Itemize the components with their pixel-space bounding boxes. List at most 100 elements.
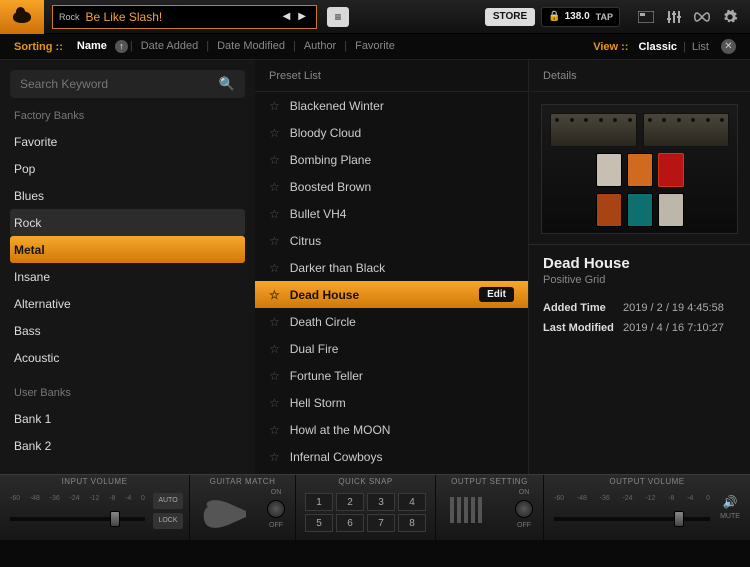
favorite-star-icon[interactable]: ☆	[269, 423, 280, 437]
favorite-star-icon[interactable]: ☆	[269, 207, 280, 221]
favorite-star-icon[interactable]: ☆	[269, 234, 280, 248]
preset-item[interactable]: ☆ Hell Storm	[255, 389, 528, 416]
bank-item-rock[interactable]: Rock	[10, 209, 245, 236]
store-button[interactable]: STORE	[485, 8, 535, 26]
last-modified-label: Last Modified	[543, 322, 623, 334]
search-placeholder: Search Keyword	[20, 77, 219, 91]
added-time-value: 2019 / 2 / 19 4:45:58	[623, 302, 724, 314]
bank-item-acoustic[interactable]: Acoustic	[10, 344, 245, 371]
on-label: ON	[271, 489, 282, 496]
close-browser-button[interactable]: ✕	[721, 39, 736, 54]
gear-icon[interactable]	[716, 6, 744, 28]
preset-item[interactable]: ☆Dead HouseEdit	[255, 281, 528, 308]
prev-preset-button[interactable]: ◀	[279, 11, 295, 22]
preset-item[interactable]: ☆Blackened Winter	[255, 92, 528, 119]
sort-date-modified[interactable]: Date Modified	[211, 40, 291, 52]
input-volume-slider[interactable]	[10, 517, 145, 521]
preset-item-label: Darker than Black	[290, 261, 514, 275]
output-setting-toggle[interactable]	[515, 500, 533, 518]
lock-button[interactable]: LOCK	[153, 513, 183, 529]
preset-item[interactable]: ☆ Boosted Brown	[255, 173, 528, 200]
bank-item-bass[interactable]: Bass	[10, 317, 245, 344]
favorite-star-icon[interactable]: ☆	[269, 261, 280, 275]
tempo-box[interactable]: 🔒 138.0 TAP	[541, 7, 620, 27]
guitar-icon[interactable]	[202, 497, 250, 531]
quick-snap-7[interactable]: 7	[367, 514, 395, 532]
bank-item-pop[interactable]: Pop	[10, 155, 245, 182]
preset-item-label: Hell Storm	[290, 396, 514, 410]
output-setting-eq[interactable]	[450, 497, 482, 523]
preset-item[interactable]: ☆ Darker than Black	[255, 254, 528, 281]
sort-author[interactable]: Author	[298, 40, 342, 52]
favorite-star-icon[interactable]: ☆	[269, 315, 280, 329]
output-volume-thumb[interactable]	[674, 511, 684, 527]
bank-item-favorite[interactable]: Favorite	[10, 128, 245, 155]
panel-icon[interactable]	[632, 6, 660, 28]
sort-favorite[interactable]: Favorite	[349, 40, 401, 52]
quick-snap-6[interactable]: 6	[336, 514, 364, 532]
bank-item-bank-1[interactable]: Bank 1	[10, 405, 245, 432]
tap-label[interactable]: TAP	[596, 12, 613, 22]
cloud-button[interactable]	[0, 0, 44, 34]
quick-snap-5[interactable]: 5	[305, 514, 333, 532]
sort-name[interactable]: Name	[71, 40, 113, 52]
output-setting-section: OUTPUT SETTING ON OFF	[436, 475, 544, 540]
preset-item[interactable]: ☆Dual Fire	[255, 335, 528, 362]
guitar-match-section: GUITAR MATCH ON OFF	[190, 475, 296, 540]
quick-snap-2[interactable]: 2	[336, 493, 364, 511]
output-volume-slider[interactable]	[554, 517, 710, 521]
next-preset-button[interactable]: ▶	[294, 11, 310, 22]
output-setting-label: OUTPUT SETTING	[436, 477, 543, 486]
infinity-icon[interactable]	[688, 6, 716, 28]
preset-menu-button[interactable]: ≡	[327, 7, 349, 27]
edit-button[interactable]: Edit	[479, 287, 514, 302]
favorite-star-icon[interactable]: ☆	[269, 180, 280, 194]
bank-item-metal[interactable]: Metal	[10, 236, 245, 263]
favorite-star-icon[interactable]: ☆	[269, 153, 280, 167]
details-author: Positive Grid	[529, 272, 750, 298]
favorite-star-icon[interactable]: ☆	[269, 342, 280, 356]
preset-item-label: Citrus	[290, 234, 514, 248]
preset-display[interactable]: Rock Be Like Slash! ◀ ▶	[52, 5, 317, 29]
preset-item[interactable]: ☆Bloody Cloud	[255, 119, 528, 146]
output-volume-label: OUTPUT VOLUME	[544, 477, 750, 486]
quick-snap-1[interactable]: 1	[305, 493, 333, 511]
favorite-star-icon[interactable]: ☆	[269, 396, 280, 410]
favorite-star-icon[interactable]: ☆	[269, 369, 280, 383]
favorite-star-icon[interactable]: ☆	[269, 450, 280, 464]
auto-button[interactable]: AUTO	[153, 493, 183, 509]
preset-item[interactable]: ☆ Howl at the MOON	[255, 416, 528, 443]
preset-item[interactable]: ☆ Citrus	[255, 227, 528, 254]
speaker-icon[interactable]: 🔊	[723, 495, 738, 509]
bank-item-insane[interactable]: Insane	[10, 263, 245, 290]
preset-item-label: Boosted Brown	[290, 180, 514, 194]
preset-tag: Rock	[59, 12, 80, 22]
view-list[interactable]: List	[688, 41, 713, 53]
favorite-star-icon[interactable]: ☆	[269, 126, 280, 140]
sort-direction-icon[interactable]: ↑	[115, 40, 128, 53]
quick-snap-3[interactable]: 3	[367, 493, 395, 511]
amp-head	[643, 113, 730, 147]
bank-item-blues[interactable]: Blues	[10, 182, 245, 209]
bank-item-alternative[interactable]: Alternative	[10, 290, 245, 317]
quick-snap-section: QUICK SNAP 12345678	[296, 475, 436, 540]
view-classic[interactable]: Classic	[634, 41, 681, 53]
preset-item[interactable]: ☆Infernal Cowboys	[255, 443, 528, 470]
preset-item[interactable]: ☆Bombing Plane	[255, 146, 528, 173]
guitar-match-toggle[interactable]	[267, 500, 285, 518]
preset-item-label: Howl at the MOON	[290, 423, 514, 437]
details-column: Details Dead House Positive Grid Added T…	[528, 60, 750, 474]
mixer-icon[interactable]	[660, 6, 688, 28]
preset-item[interactable]: ☆Death Circle	[255, 308, 528, 335]
favorite-star-icon[interactable]: ☆	[269, 99, 280, 113]
preset-item[interactable]: ☆Bullet VH4	[255, 200, 528, 227]
sort-date-added[interactable]: Date Added	[135, 40, 205, 52]
favorite-star-icon[interactable]: ☆	[269, 288, 280, 302]
input-volume-thumb[interactable]	[110, 511, 120, 527]
search-input[interactable]: Search Keyword 🔍	[10, 70, 245, 98]
bank-item-bank-2[interactable]: Bank 2	[10, 432, 245, 459]
quick-snap-4[interactable]: 4	[398, 493, 426, 511]
guitar-match-label: GUITAR MATCH	[190, 477, 295, 486]
preset-item[interactable]: ☆Fortune Teller	[255, 362, 528, 389]
quick-snap-8[interactable]: 8	[398, 514, 426, 532]
